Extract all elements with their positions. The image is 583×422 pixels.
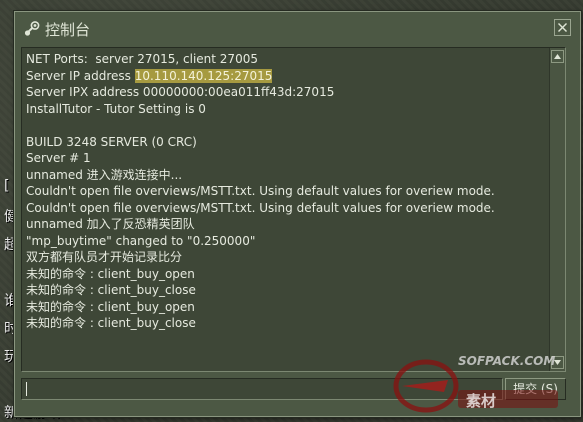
arrow-down-icon (554, 360, 561, 365)
window-title: 控制台 (45, 21, 91, 39)
console-line: "mp_buytime" changed to "0.250000" (26, 233, 256, 248)
console-line: Server IPX address 00000000:00ea011ff43d… (26, 85, 335, 99)
close-icon (558, 23, 567, 32)
console-line: 未知的命令 : client_buy_close (26, 316, 196, 330)
console-line: unnamed 进入游戏连接中... (26, 167, 183, 182)
console-output[interactable]: NET Ports: server 27015, client 27005 Ser… (21, 47, 566, 372)
console-line: 未知的命令 : client_buy_open (26, 299, 195, 314)
title-bar[interactable]: 控制台 (15, 12, 580, 46)
arrow-up-icon (554, 54, 561, 59)
console-line: unnamed 加入了反恐精英团队 (26, 217, 195, 231)
close-button[interactable] (554, 19, 571, 36)
scroll-up-button[interactable] (551, 50, 564, 63)
console-line: 未知的命令 : client_buy_close (26, 283, 196, 297)
console-line: 未知的命令 : client_buy_open (26, 266, 195, 281)
submit-button[interactable]: 提交 (S) (505, 378, 566, 400)
console-line: BUILD 3248 SERVER (0 CRC) (26, 134, 197, 149)
console-line: InstallTutor - Tutor Setting is 0 (26, 101, 206, 116)
console-line: NET Ports: server 27015, client 27005 (26, 52, 258, 66)
console-line: Server IP address 10.110.140.125:27015 (26, 68, 547, 85)
console-window: 控制台 NET Ports: server 27015, client 2700… (14, 11, 581, 417)
scroll-down-button[interactable] (551, 356, 564, 369)
console-scrollbar[interactable] (549, 48, 565, 371)
steam-icon (23, 20, 41, 38)
hud-text: [ (4, 178, 10, 194)
text-caret (26, 382, 27, 396)
console-line: 双方都有队员才开始记录比分 (26, 250, 183, 264)
console-line: Server # 1 (26, 151, 91, 165)
console-line-text: Server IP address (26, 68, 135, 83)
selected-ip-address[interactable]: 10.110.140.125:27015 (134, 68, 273, 83)
console-line: Couldn't open file overviews/MSTT.txt. U… (26, 184, 495, 198)
console-log: NET Ports: server 27015, client 27005 Ser… (26, 51, 547, 332)
console-line: Couldn't open file overviews/MSTT.txt. U… (26, 200, 495, 215)
command-input[interactable] (21, 378, 503, 400)
